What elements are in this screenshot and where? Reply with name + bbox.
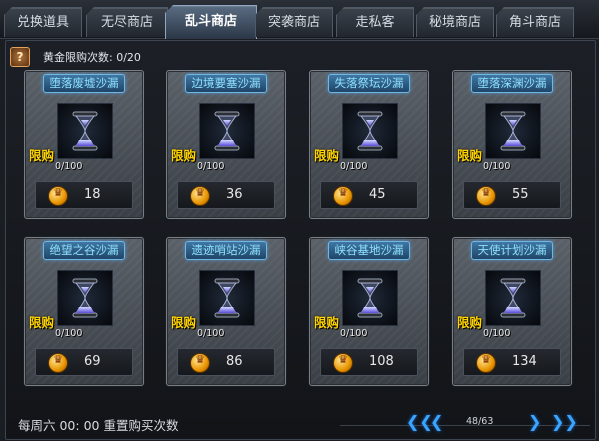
shop-item-card[interactable]: 堕落深渊沙漏限购0/100 55 bbox=[452, 70, 572, 219]
purchase-count: 0/100 bbox=[340, 161, 368, 172]
shop-item-card[interactable]: 堕落废墟沙漏限购0/100 18 bbox=[24, 70, 144, 219]
purchase-count: 0/100 bbox=[483, 161, 511, 172]
crown-coin-icon bbox=[333, 186, 353, 206]
tab-raid-shop[interactable]: 突袭商店 bbox=[255, 7, 333, 37]
price-bar: 36 bbox=[177, 181, 275, 209]
hourglass-icon bbox=[199, 103, 255, 159]
item-name: 堕落深渊沙漏 bbox=[471, 74, 553, 93]
page-indicator: 48/63 bbox=[466, 416, 494, 427]
item-price: 69 bbox=[84, 354, 101, 369]
purchase-limit-badge: 限购 bbox=[29, 148, 55, 163]
purchase-limit-badge: 限购 bbox=[314, 148, 340, 163]
crown-coin-icon bbox=[476, 186, 496, 206]
shop-tab-bar: 兑换道具 无尽商店 乱斗商店 突袭商店 走私客 秘境商店 角斗商店 bbox=[0, 0, 599, 39]
crown-coin-icon bbox=[190, 186, 210, 206]
tab-endless-shop[interactable]: 无尽商店 bbox=[86, 7, 168, 37]
item-price: 108 bbox=[369, 354, 394, 369]
item-name: 峡谷基地沙漏 bbox=[328, 241, 410, 260]
item-price: 86 bbox=[226, 354, 243, 369]
purchase-count: 0/100 bbox=[55, 328, 83, 339]
item-price: 18 bbox=[84, 187, 101, 202]
hourglass-icon bbox=[342, 270, 398, 326]
crown-coin-icon bbox=[333, 353, 353, 373]
tab-arena-shop[interactable]: 角斗商店 bbox=[496, 7, 574, 37]
shop-item-card[interactable]: 绝望之谷沙漏限购0/100 69 bbox=[24, 237, 144, 386]
reset-notice: 每周六 00: 00 重置购买次数 bbox=[18, 418, 179, 433]
tab-secret-realm-shop[interactable]: 秘境商店 bbox=[416, 7, 494, 37]
first-page-button[interactable]: ❮❮ bbox=[406, 412, 433, 432]
item-name: 遗迹哨站沙漏 bbox=[185, 241, 267, 260]
purchase-count: 0/100 bbox=[483, 328, 511, 339]
price-bar: 134 bbox=[463, 348, 561, 376]
item-name: 绝望之谷沙漏 bbox=[43, 241, 125, 260]
item-name: 堕落废墟沙漏 bbox=[43, 74, 125, 93]
price-bar: 86 bbox=[177, 348, 275, 376]
price-bar: 69 bbox=[35, 348, 133, 376]
purchase-limit-badge: 限购 bbox=[457, 315, 483, 330]
purchase-limit-badge: 限购 bbox=[171, 148, 197, 163]
shop-item-card[interactable]: 失落祭坛沙漏限购0/100 45 bbox=[309, 70, 429, 219]
purchase-count: 0/100 bbox=[197, 161, 225, 172]
hourglass-icon bbox=[57, 270, 113, 326]
hourglass-icon bbox=[485, 103, 541, 159]
hourglass-icon bbox=[57, 103, 113, 159]
help-icon[interactable]: ? bbox=[10, 47, 30, 67]
crown-coin-icon bbox=[190, 353, 210, 373]
price-bar: 108 bbox=[320, 348, 418, 376]
item-price: 36 bbox=[226, 187, 243, 202]
crown-coin-icon bbox=[476, 353, 496, 373]
item-name: 边境要塞沙漏 bbox=[185, 74, 267, 93]
purchase-limit-badge: 限购 bbox=[29, 315, 55, 330]
item-price: 45 bbox=[369, 187, 386, 202]
price-bar: 18 bbox=[35, 181, 133, 209]
purchase-count: 0/100 bbox=[55, 161, 83, 172]
item-name: 天使计划沙漏 bbox=[471, 241, 553, 260]
next-page-button[interactable]: ❯ bbox=[528, 412, 541, 432]
item-price: 134 bbox=[512, 354, 537, 369]
prev-page-button[interactable]: ❮ bbox=[430, 412, 443, 432]
purchase-limit-badge: 限购 bbox=[171, 315, 197, 330]
tab-exchange-items[interactable]: 兑换道具 bbox=[4, 7, 82, 37]
hourglass-icon bbox=[342, 103, 398, 159]
shop-item-card[interactable]: 峡谷基地沙漏限购0/100 108 bbox=[309, 237, 429, 386]
shop-item-card[interactable]: 天使计划沙漏限购0/100 134 bbox=[452, 237, 572, 386]
last-page-button[interactable]: ❯❯ bbox=[551, 412, 578, 432]
hourglass-icon bbox=[199, 270, 255, 326]
item-price: 55 bbox=[512, 187, 529, 202]
crown-coin-icon bbox=[48, 353, 68, 373]
price-bar: 55 bbox=[463, 181, 561, 209]
gold-purchase-quota: ? 黄金限购次数: 0/20 bbox=[7, 44, 267, 68]
quota-text: 黄金限购次数: 0/20 bbox=[43, 51, 141, 64]
crown-coin-icon bbox=[48, 186, 68, 206]
tab-brawl-shop[interactable]: 乱斗商店 bbox=[165, 5, 257, 39]
shop-item-card[interactable]: 遗迹哨站沙漏限购0/100 86 bbox=[166, 237, 286, 386]
shop-item-card[interactable]: 边境要塞沙漏限购0/100 36 bbox=[166, 70, 286, 219]
purchase-limit-badge: 限购 bbox=[314, 315, 340, 330]
item-name: 失落祭坛沙漏 bbox=[328, 74, 410, 93]
tab-smuggler[interactable]: 走私客 bbox=[336, 7, 414, 37]
hourglass-icon bbox=[485, 270, 541, 326]
price-bar: 45 bbox=[320, 181, 418, 209]
purchase-count: 0/100 bbox=[197, 328, 225, 339]
purchase-limit-badge: 限购 bbox=[457, 148, 483, 163]
purchase-count: 0/100 bbox=[340, 328, 368, 339]
